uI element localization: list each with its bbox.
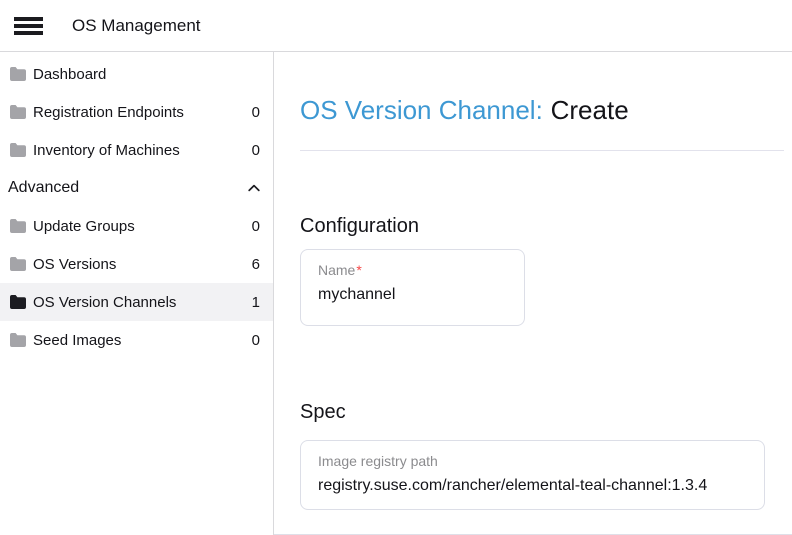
folder-icon [10, 67, 26, 81]
sidebar-item-dashboard[interactable]: Dashboard [0, 55, 273, 93]
sidebar-item-label: Seed Images [33, 332, 252, 349]
sidebar-item-label: Update Groups [33, 218, 252, 235]
name-input[interactable] [318, 285, 507, 305]
image-registry-path-input[interactable] [318, 476, 747, 496]
chevron-up-icon [248, 184, 260, 192]
sidebar-group-label: Advanced [8, 179, 248, 197]
sidebar-item-label: Registration Endpoints [33, 104, 252, 121]
sidebar-item-os-versions[interactable]: OS Versions 6 [0, 245, 273, 283]
section-heading-configuration: Configuration [300, 214, 784, 238]
image-registry-path-field[interactable]: Image registry path [300, 440, 765, 510]
sidebar-item-inventory-of-machines[interactable]: Inventory of Machines 0 [0, 131, 273, 169]
name-field-label-text: Name [318, 262, 355, 278]
sidebar-item-count: 0 [252, 218, 260, 235]
folder-icon [10, 219, 26, 233]
sidebar-item-os-version-channels[interactable]: OS Version Channels 1 [0, 283, 273, 321]
menu-bar [14, 17, 43, 21]
sidebar: Dashboard Registration Endpoints 0 Inven… [0, 52, 274, 535]
sidebar-item-count: 1 [252, 294, 260, 311]
folder-icon [10, 143, 26, 157]
name-field[interactable]: Name* [300, 249, 525, 326]
app-header: OS Management [0, 0, 792, 52]
title-divider [300, 150, 784, 151]
image-registry-path-label: Image registry path [318, 453, 747, 470]
sidebar-item-label: Inventory of Machines [33, 142, 252, 159]
sidebar-item-label: OS Versions [33, 256, 252, 273]
app-window: OS Management Dashboard Registration End… [0, 0, 792, 535]
folder-icon [10, 257, 26, 271]
name-field-label: Name* [318, 262, 507, 279]
sidebar-item-count: 6 [252, 256, 260, 273]
sidebar-item-update-groups[interactable]: Update Groups 0 [0, 207, 273, 245]
required-asterisk: * [356, 262, 361, 278]
folder-icon [10, 333, 26, 347]
menu-bar [14, 31, 43, 35]
folder-icon [10, 105, 26, 119]
sidebar-group-advanced[interactable]: Advanced [0, 169, 273, 207]
resource-type-link[interactable]: OS Version Channel: [300, 95, 543, 125]
content-area: Dashboard Registration Endpoints 0 Inven… [0, 52, 792, 535]
app-title: OS Management [72, 16, 201, 36]
section-heading-spec: Spec [300, 400, 784, 424]
page-title: OS Version Channel: Create [300, 96, 784, 124]
folder-icon [10, 295, 26, 309]
menu-icon[interactable] [14, 17, 43, 35]
sidebar-item-count: 0 [252, 104, 260, 121]
page-title-action: Create [551, 95, 629, 125]
sidebar-item-label: OS Version Channels [33, 294, 252, 311]
sidebar-item-label: Dashboard [33, 66, 260, 83]
sidebar-item-count: 0 [252, 332, 260, 349]
sidebar-item-registration-endpoints[interactable]: Registration Endpoints 0 [0, 93, 273, 131]
menu-bar [14, 24, 43, 28]
sidebar-item-count: 0 [252, 142, 260, 159]
sidebar-item-seed-images[interactable]: Seed Images 0 [0, 321, 273, 359]
main-panel: OS Version Channel:Create Configuration … [274, 52, 792, 535]
